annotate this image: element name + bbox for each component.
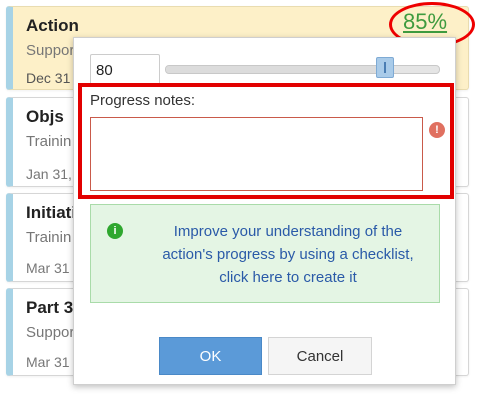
card-title: Objs [26, 107, 64, 126]
card-subtitle: Trainin [26, 133, 72, 150]
page-root: Action Suppor Dec 31 Objs Trainin Jan 31… [0, 0, 480, 420]
progress-value-input[interactable]: 80 [90, 54, 160, 86]
card-date: Jan 31, [26, 166, 72, 182]
error-icon: ! [429, 122, 445, 138]
progress-slider-track[interactable] [165, 65, 440, 74]
card-date: Dec 31 [26, 70, 71, 86]
card-date: Mar 31 [26, 260, 70, 276]
cancel-button[interactable]: Cancel [268, 337, 372, 375]
card-date: Mar 31 [26, 354, 70, 370]
card-subtitle: Suppor [26, 42, 75, 59]
card-title: Initiati [26, 203, 77, 222]
card-subtitle: Trainin [26, 229, 72, 246]
progress-notes-label: Progress notes: [90, 92, 196, 109]
progress-dialog: 80 Progress notes: ! i Improve your unde… [73, 37, 456, 385]
info-icon: i [107, 223, 123, 239]
progress-slider-fill [166, 66, 385, 73]
progress-slider-handle[interactable] [376, 57, 394, 78]
card-subtitle: Suppor [26, 324, 75, 341]
card-title: Action [26, 16, 79, 35]
card-title: Part 3 [26, 298, 74, 317]
ok-button[interactable]: OK [159, 337, 262, 375]
checklist-info-text[interactable]: Improve your understanding of the action… [162, 223, 413, 286]
checklist-info-panel[interactable]: i Improve your understanding of the acti… [90, 204, 440, 303]
progress-notes-textarea[interactable] [90, 117, 423, 191]
